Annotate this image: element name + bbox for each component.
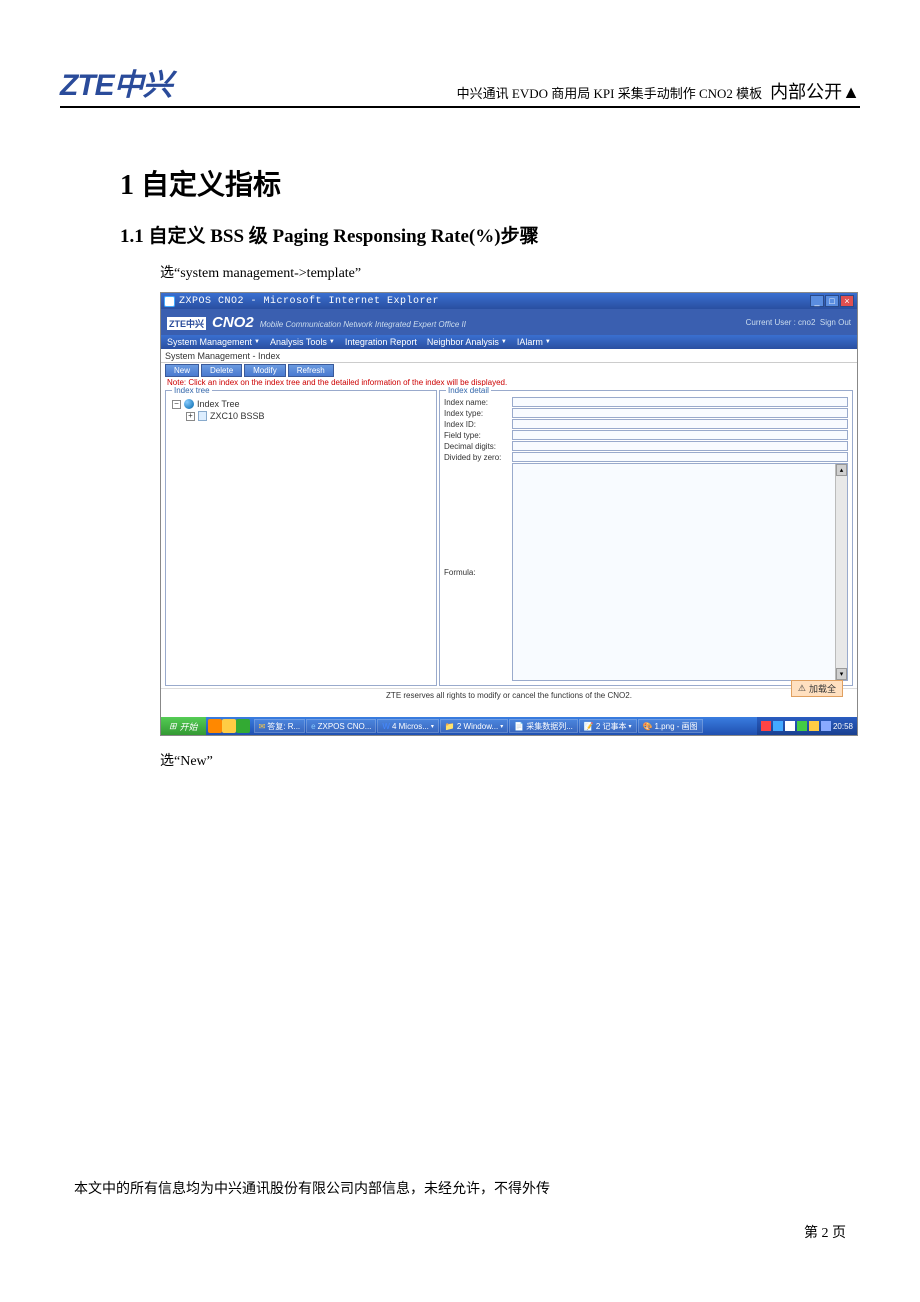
label-decimal-digits: Decimal digits:	[444, 442, 512, 451]
menu-ialarm[interactable]: IAlarm▼	[517, 337, 551, 347]
input-field-type[interactable]	[512, 430, 848, 440]
confidentiality-note: 本文中的所有信息均为中兴通讯股份有限公司内部信息，未经允许，不得外传	[74, 1178, 846, 1198]
input-index-type[interactable]	[512, 408, 848, 418]
app-footer-note: ZTE reserves all rights to modify or can…	[161, 688, 857, 702]
label-index-name: Index name:	[444, 398, 512, 407]
label-index-type: Index type:	[444, 409, 512, 418]
input-index-id[interactable]	[512, 419, 848, 429]
task-zxpos[interactable]: eZXPOS CNO...	[306, 719, 376, 733]
embedded-screenshot: ZXPOS CNO2 - Microsoft Internet Explorer…	[160, 292, 858, 736]
scrollbar[interactable]: ▴ ▾	[835, 464, 847, 680]
index-tree-legend: Index tree	[172, 386, 212, 395]
toolbar: New Delete Modify Refresh	[161, 363, 857, 377]
heading-1: 1 自定义指标	[120, 163, 860, 203]
index-tree-panel: Index tree − Index Tree + ZXC10 BSSB	[165, 390, 437, 686]
menu-integration-report[interactable]: Integration Report	[345, 337, 417, 347]
zte-logo: ZTE中兴	[60, 60, 172, 104]
brand-subtitle: Mobile Communication Network Integrated …	[260, 320, 466, 329]
modify-button[interactable]: Modify	[244, 364, 286, 377]
step-2-text: 选“New”	[160, 750, 860, 770]
brand-main: CNO2	[212, 314, 254, 331]
tray-icon-2[interactable]	[773, 721, 783, 731]
doc-title: 中兴通讯 EVDO 商用局 KPI 采集手动制作 CNO2 模板	[457, 83, 763, 102]
input-decimal-digits[interactable]	[512, 441, 848, 451]
warning-text: 加载全	[809, 682, 836, 695]
tray-icon-1[interactable]	[761, 721, 771, 731]
input-divided-by-zero[interactable]	[512, 452, 848, 462]
tree-child-label: ZXC10 BSSB	[210, 411, 265, 421]
word-icon: W	[382, 722, 390, 731]
breadcrumb: System Management - Index	[161, 349, 857, 363]
globe-icon	[184, 399, 194, 409]
task-notepad[interactable]: 📝2 记事本▾	[579, 719, 637, 733]
tree-root[interactable]: − Index Tree	[172, 399, 430, 409]
tree-root-label: Index Tree	[197, 399, 240, 409]
ql-icon-2[interactable]	[222, 719, 236, 733]
index-detail-panel: Index detail Index name: Index type: Ind…	[439, 390, 853, 686]
tray-icon-4[interactable]	[797, 721, 807, 731]
label-formula: Formula:	[444, 568, 512, 577]
collapse-icon[interactable]: −	[172, 400, 181, 409]
menu-neighbor-analysis[interactable]: Neighbor Analysis▼	[427, 337, 507, 347]
delete-button[interactable]: Delete	[201, 364, 242, 377]
ie-icon: e	[311, 722, 315, 731]
doc-header: ZTE中兴 中兴通讯 EVDO 商用局 KPI 采集手动制作 CNO2 模板 内…	[60, 60, 860, 108]
task-reply[interactable]: ✉答复: R...	[254, 719, 306, 733]
taskbar: ⊞ 开始 ✉答复: R... eZXPOS CNO... W4 Micros..…	[161, 717, 857, 735]
textarea-formula[interactable]: ▴ ▾	[512, 463, 848, 681]
window-titlebar: ZXPOS CNO2 - Microsoft Internet Explorer…	[161, 293, 857, 309]
new-button[interactable]: New	[165, 364, 199, 377]
step-1-text: 选“system management->template”	[160, 262, 860, 282]
hint-note: Note: Click an index on the index tree a…	[161, 377, 857, 388]
page-footer: 本文中的所有信息均为中兴通讯股份有限公司内部信息，未经允许，不得外传 第 2 页	[74, 1178, 846, 1242]
ql-icon-3[interactable]	[236, 719, 250, 733]
load-warning[interactable]: ⚠ 加载全	[791, 680, 843, 697]
label-index-id: Index ID:	[444, 420, 512, 429]
folder-icon: 📁	[445, 722, 455, 731]
tray-icon-5[interactable]	[809, 721, 819, 731]
paint-icon: 🎨	[643, 722, 653, 731]
index-detail-legend: Index detail	[446, 386, 491, 395]
brand-small-logo: ZTE中兴	[167, 317, 206, 330]
tray-icon-6[interactable]	[821, 721, 831, 731]
heading-1-1: 1.1 自定义 BSS 级 Paging Responsing Rate(%)步…	[120, 221, 860, 248]
close-button[interactable]: ×	[840, 295, 854, 307]
sign-out-link[interactable]: Sign Out	[820, 318, 851, 327]
classification: 内部公开▲	[770, 78, 860, 104]
task-explorer[interactable]: 📁2 Window...▾	[440, 719, 508, 733]
task-collect[interactable]: 📄采集数据列...	[509, 719, 578, 733]
notepad-icon: 📝	[584, 722, 594, 731]
minimize-button[interactable]: _	[810, 295, 824, 307]
warning-icon: ⚠	[798, 683, 806, 694]
clock: 20:58	[833, 722, 853, 731]
system-tray[interactable]: 20:58	[757, 717, 857, 735]
tree-child[interactable]: + ZXC10 BSSB	[186, 411, 430, 421]
scroll-down-icon[interactable]: ▾	[836, 668, 847, 680]
label-field-type: Field type:	[444, 431, 512, 440]
expand-icon[interactable]: +	[186, 412, 195, 421]
app-branding-bar: ZTE中兴 CNO2 Mobile Communication Network …	[161, 309, 857, 335]
current-user-label: Current User : cno2	[746, 318, 816, 327]
node-icon	[198, 411, 207, 421]
scroll-up-icon[interactable]: ▴	[836, 464, 847, 476]
label-divided-by-zero: Divided by zero:	[444, 453, 512, 462]
windows-icon: ⊞	[169, 721, 177, 732]
page-number: 第 2 页	[74, 1222, 846, 1242]
ie-icon	[164, 296, 175, 307]
start-button[interactable]: ⊞ 开始	[161, 717, 206, 735]
refresh-button[interactable]: Refresh	[288, 364, 334, 377]
page-icon: 📄	[514, 722, 524, 731]
ql-icon-1[interactable]	[208, 719, 222, 733]
menubar: System Management▼ Analysis Tools▼ Integ…	[161, 335, 857, 349]
tray-icon-3[interactable]	[785, 721, 795, 731]
mail-icon: ✉	[259, 722, 266, 731]
window-title: ZXPOS CNO2 - Microsoft Internet Explorer	[179, 296, 439, 307]
menu-system-management[interactable]: System Management▼	[167, 337, 260, 347]
task-word[interactable]: W4 Micros...▾	[377, 719, 438, 733]
menu-analysis-tools[interactable]: Analysis Tools▼	[270, 337, 335, 347]
task-paint[interactable]: 🎨1.png - 画图	[638, 719, 703, 733]
maximize-button[interactable]: □	[825, 295, 839, 307]
input-index-name[interactable]	[512, 397, 848, 407]
